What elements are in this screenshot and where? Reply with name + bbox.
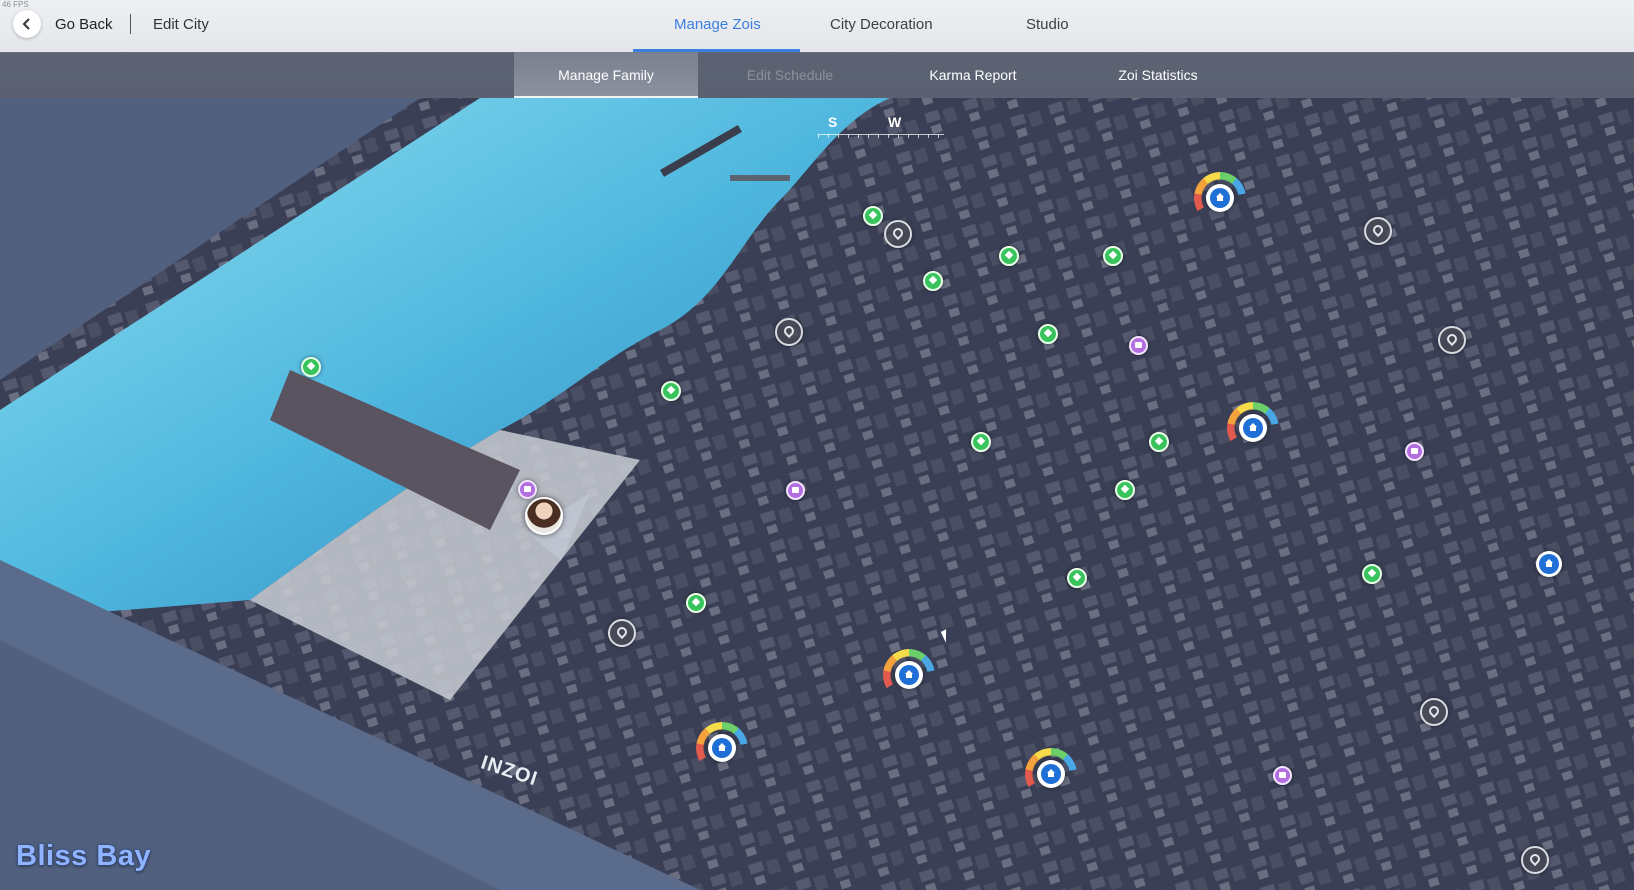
house-icon — [1047, 769, 1055, 777]
activity-pin[interactable] — [923, 271, 943, 291]
household-home-pin[interactable] — [1227, 402, 1279, 454]
tab-city-decoration[interactable]: City Decoration — [830, 16, 933, 33]
divider — [130, 14, 131, 34]
event-pin[interactable] — [1273, 766, 1292, 785]
empty-lot-pin[interactable] — [1364, 217, 1392, 245]
household-home-pin[interactable] — [1025, 748, 1077, 800]
compass: S W — [818, 112, 944, 143]
edit-city-label[interactable]: Edit City — [153, 16, 209, 33]
house-icon — [1216, 193, 1224, 201]
home-pin[interactable] — [1536, 551, 1562, 577]
tab-manage-zois[interactable]: Manage Zois — [674, 16, 761, 33]
activity-pin[interactable] — [1103, 246, 1123, 266]
empty-lot-pin[interactable] — [1438, 326, 1466, 354]
city-name-label: Bliss Bay — [16, 840, 152, 872]
event-pin[interactable] — [786, 481, 805, 500]
house-icon — [905, 670, 913, 678]
city-map[interactable] — [0, 0, 1634, 890]
zoi-avatar[interactable] — [525, 497, 563, 535]
activity-pin[interactable] — [661, 381, 681, 401]
chevron-left-icon — [22, 18, 30, 30]
tab-studio[interactable]: Studio — [1026, 16, 1069, 33]
empty-lot-pin[interactable] — [884, 220, 912, 248]
household-home-pin[interactable] — [696, 722, 748, 774]
activity-pin[interactable] — [1362, 564, 1382, 584]
map-terrain — [0, 98, 1634, 890]
compass-scale — [818, 134, 944, 143]
household-home-pin[interactable] — [1194, 172, 1246, 224]
go-back-label[interactable]: Go Back — [55, 16, 113, 33]
event-pin[interactable] — [1405, 442, 1424, 461]
empty-lot-pin[interactable] — [775, 318, 803, 346]
empty-lot-pin[interactable] — [608, 619, 636, 647]
compass-west-label: W — [888, 114, 902, 130]
event-pin[interactable] — [1129, 336, 1148, 355]
empty-lot-pin[interactable] — [1420, 698, 1448, 726]
activity-pin[interactable] — [863, 206, 883, 226]
activity-pin[interactable] — [301, 357, 321, 377]
subtab-manage-family[interactable]: Manage Family — [514, 52, 698, 98]
house-icon — [1249, 423, 1257, 431]
top-nav-bar: 46 FPS Go Back Edit City Manage Zois Cit… — [0, 0, 1634, 53]
fps-counter: 46 FPS — [2, 0, 29, 9]
sub-nav-bar: Manage Family Edit Schedule Karma Report… — [0, 52, 1634, 98]
activity-pin[interactable] — [1115, 480, 1135, 500]
activity-pin[interactable] — [1149, 432, 1169, 452]
event-pin[interactable] — [518, 480, 537, 499]
subtab-edit-schedule[interactable]: Edit Schedule — [700, 52, 880, 98]
activity-pin[interactable] — [971, 432, 991, 452]
subtab-zoi-statistics[interactable]: Zoi Statistics — [1066, 52, 1250, 98]
household-home-pin[interactable] — [883, 649, 935, 701]
compass-south-label: S — [828, 114, 838, 130]
activity-pin[interactable] — [999, 246, 1019, 266]
back-button[interactable] — [13, 10, 41, 38]
subtab-karma-report[interactable]: Karma Report — [880, 52, 1066, 98]
activity-pin[interactable] — [1067, 568, 1087, 588]
empty-lot-pin[interactable] — [1521, 846, 1549, 874]
activity-pin[interactable] — [686, 593, 706, 613]
activity-pin[interactable] — [1038, 324, 1058, 344]
house-icon — [1545, 559, 1553, 567]
house-icon — [718, 743, 726, 751]
